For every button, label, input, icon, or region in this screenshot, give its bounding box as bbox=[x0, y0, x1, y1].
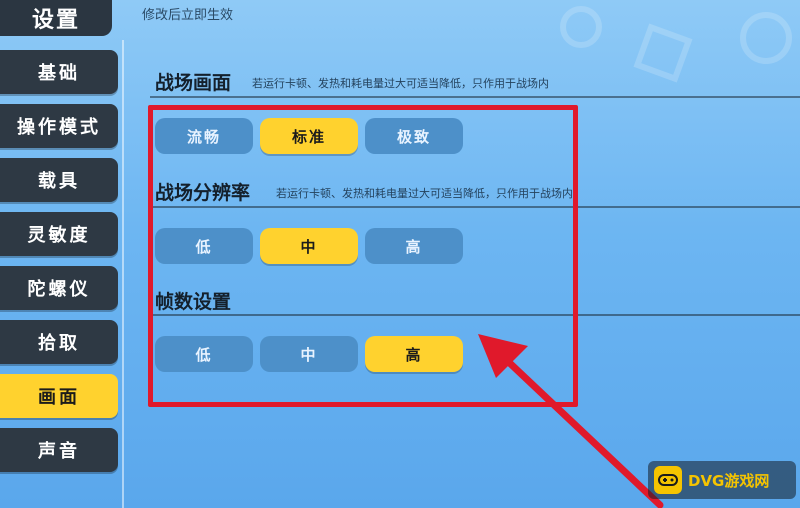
sidebar-item-sound[interactable]: 声音 bbox=[0, 428, 118, 472]
sidebar-item-sensitivity[interactable]: 灵敏度 bbox=[0, 212, 118, 256]
background-ring bbox=[740, 12, 792, 64]
sidebar-item-control-mode[interactable]: 操作模式 bbox=[0, 104, 118, 148]
sidebar-item-basic[interactable]: 基础 bbox=[0, 50, 118, 94]
section-divider bbox=[150, 96, 800, 98]
background-ring bbox=[560, 6, 602, 48]
watermark-text: DVG游戏网 bbox=[688, 471, 770, 490]
section-note: 若运行卡顿、发热和耗电量过大可适当降低，只作用于战场内 bbox=[252, 77, 549, 90]
watermark: DVG游戏网 bbox=[648, 461, 796, 499]
gamepad-icon bbox=[654, 466, 682, 494]
sidebar-item-gyroscope[interactable]: 陀螺仪 bbox=[0, 266, 118, 310]
sidebar-item-pickup[interactable]: 拾取 bbox=[0, 320, 118, 364]
sidebar-item-graphics[interactable]: 画面 bbox=[0, 374, 118, 418]
page-title: 设置 bbox=[0, 0, 112, 36]
red-arrow-icon bbox=[478, 334, 664, 508]
sidebar-divider bbox=[122, 40, 124, 508]
sidebar-item-vehicle[interactable]: 载具 bbox=[0, 158, 118, 202]
background-square bbox=[633, 23, 693, 83]
section-title-battlefield-graphics: 战场画面 bbox=[155, 72, 232, 94]
page-subtitle: 修改后立即生效 bbox=[142, 8, 234, 23]
